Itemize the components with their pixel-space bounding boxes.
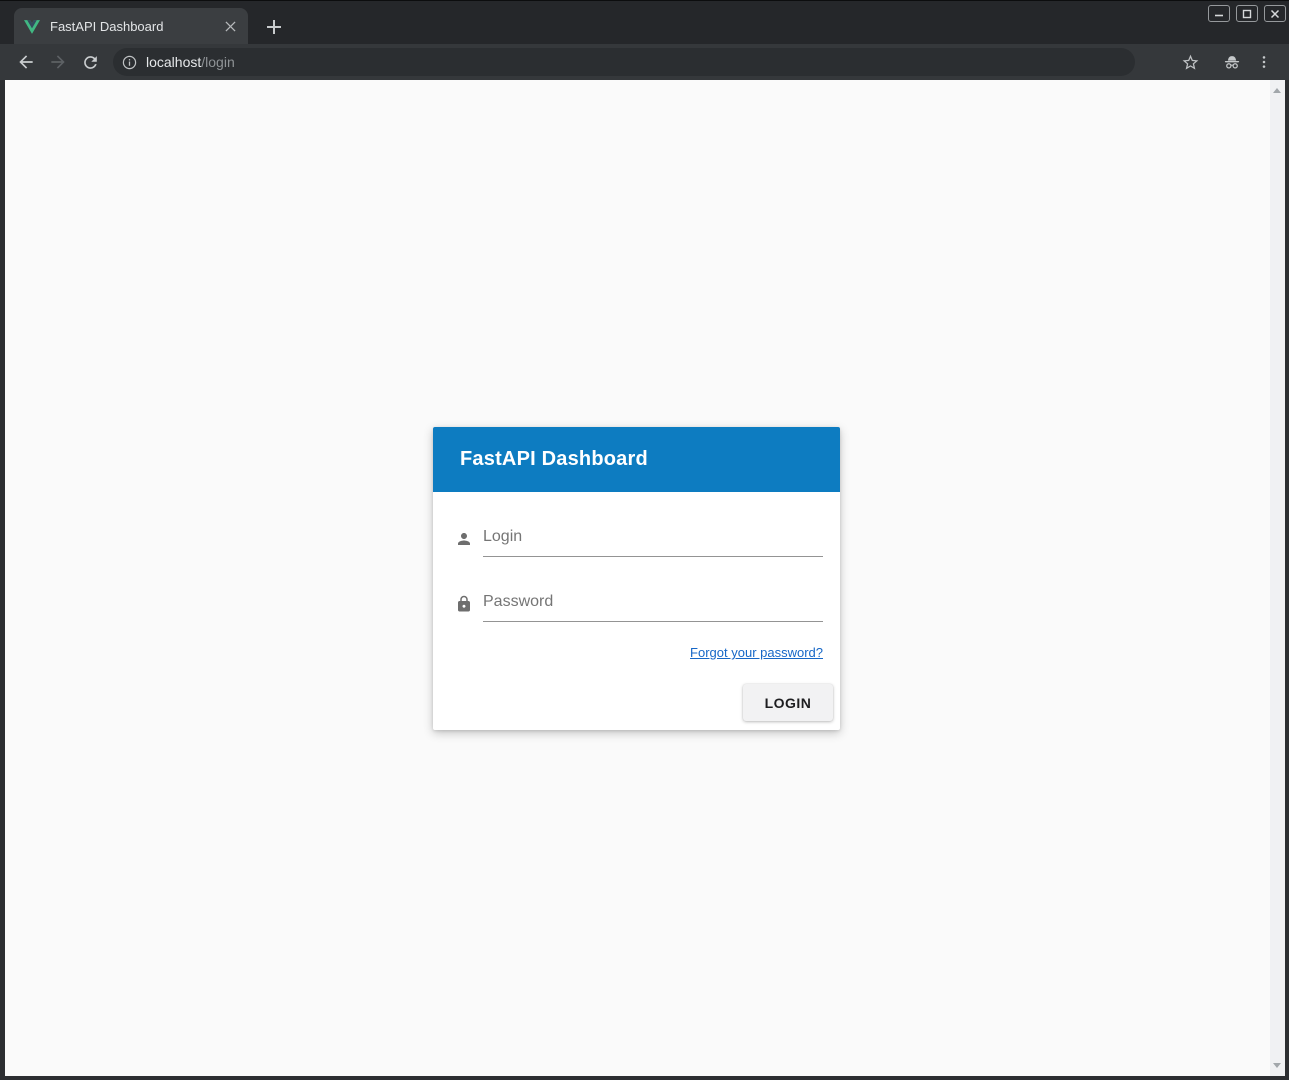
page-content: FastAPI Dashboard Forgot your password? … xyxy=(5,80,1285,1076)
login-form: Forgot your password? LOGIN xyxy=(433,492,840,730)
vue-favicon-icon xyxy=(24,19,40,35)
url-host: localhost xyxy=(146,54,201,70)
login-card: FastAPI Dashboard Forgot your password? … xyxy=(433,427,840,730)
kebab-menu-icon[interactable] xyxy=(1248,46,1280,78)
password-input[interactable] xyxy=(483,589,823,622)
login-input[interactable] xyxy=(483,524,823,557)
info-icon[interactable] xyxy=(121,54,138,71)
scrollbar-down-icon[interactable] xyxy=(1273,1063,1281,1068)
scrollbar-up-icon[interactable] xyxy=(1273,88,1281,93)
password-field-row xyxy=(455,589,823,622)
page-scrollbar[interactable] xyxy=(1270,80,1285,1076)
back-button[interactable] xyxy=(10,46,42,78)
tab-title: FastAPI Dashboard xyxy=(50,19,220,34)
lock-icon xyxy=(455,595,473,613)
browser-toolbar: localhost/login xyxy=(0,44,1289,80)
card-title: FastAPI Dashboard xyxy=(433,427,840,492)
minimize-button[interactable] xyxy=(1208,5,1230,22)
tab-close-icon[interactable] xyxy=(220,17,240,37)
person-icon xyxy=(455,530,473,548)
login-field-row xyxy=(455,524,823,557)
url-bar[interactable]: localhost/login xyxy=(113,48,1135,76)
url-path: /login xyxy=(201,54,234,70)
browser-window: FastAPI Dashboard xyxy=(0,0,1289,1080)
maximize-button[interactable] xyxy=(1236,5,1258,22)
browser-tab[interactable]: FastAPI Dashboard xyxy=(14,8,248,45)
incognito-icon xyxy=(1216,46,1248,78)
forward-button[interactable] xyxy=(42,46,74,78)
window-controls xyxy=(1208,5,1286,22)
forgot-password-link[interactable]: Forgot your password? xyxy=(690,645,823,660)
reload-button[interactable] xyxy=(74,46,106,78)
url-text: localhost/login xyxy=(146,54,235,70)
login-button[interactable]: LOGIN xyxy=(743,684,833,721)
bookmark-star-icon[interactable] xyxy=(1174,46,1206,78)
new-tab-button[interactable] xyxy=(260,13,288,41)
close-button[interactable] xyxy=(1264,5,1286,22)
titlebar: FastAPI Dashboard xyxy=(0,0,1289,44)
